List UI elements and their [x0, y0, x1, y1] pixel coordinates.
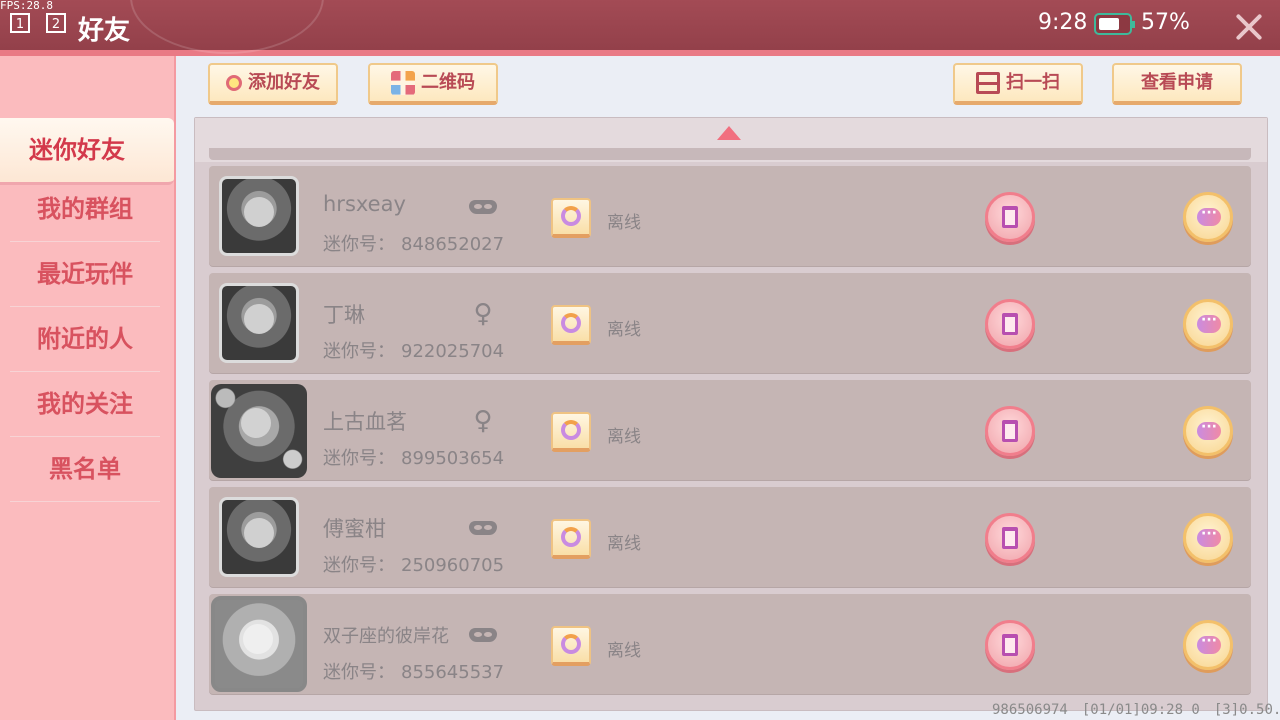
- page-title: 好友: [78, 16, 131, 46]
- online-status: 离线: [607, 427, 641, 447]
- friend-id: 迷你号： 899503654: [323, 448, 505, 469]
- scroll-up-arrow-icon[interactable]: [717, 126, 741, 140]
- friend-name: 丁琳: [323, 303, 365, 327]
- list-item[interactable]: hrsxeay 迷你号： 848652027 离线: [209, 166, 1251, 266]
- avatar: [219, 176, 299, 256]
- list-item[interactable]: 傅蜜柑 迷你号： 250960705 离线: [209, 487, 1251, 587]
- list-item[interactable]: 双子座的彼岸花 迷你号： 855645537 离线: [209, 594, 1251, 694]
- refresh-icon: [561, 634, 581, 654]
- trash-icon: [1002, 420, 1018, 442]
- refresh-icon: [561, 206, 581, 226]
- account-id: 986506974: [992, 702, 1068, 718]
- fps-counter: FPS:28.8: [0, 0, 53, 12]
- avatar: [211, 596, 307, 692]
- friend-name: 上古血茗: [323, 410, 407, 434]
- notification-badge-2: 2: [46, 13, 66, 33]
- chat-bubble-icon: [1197, 633, 1221, 654]
- sidebar-item-following[interactable]: 我的关注: [10, 372, 160, 437]
- qr-code-button[interactable]: 二维码: [368, 63, 498, 105]
- friend-id: 迷你号： 250960705: [323, 555, 505, 576]
- sidebar: 迷你好友 我的群组 最近玩伴 附近的人 我的关注 黑名单: [0, 56, 176, 720]
- friend-id: 迷你号： 855645537: [323, 662, 505, 683]
- delete-friend-button[interactable]: [985, 192, 1035, 242]
- friend-id: 迷你号： 922025704: [323, 341, 505, 362]
- delete-friend-button[interactable]: [985, 620, 1035, 670]
- chat-button[interactable]: [1183, 406, 1233, 456]
- chat-bubble-icon: [1197, 312, 1221, 333]
- scan-button[interactable]: 扫一扫: [953, 63, 1083, 105]
- refresh-icon: [561, 527, 581, 547]
- chat-button[interactable]: [1183, 513, 1233, 563]
- delete-friend-button[interactable]: [985, 406, 1035, 456]
- friend-name: 傅蜜柑: [323, 517, 386, 541]
- build-date: [01/01]09:28 0: [1081, 702, 1200, 718]
- version-label: [3]0.50.0: [1213, 702, 1280, 718]
- chat-bubble-icon: [1197, 526, 1221, 547]
- chat-button[interactable]: [1183, 620, 1233, 670]
- chat-button[interactable]: [1183, 192, 1233, 242]
- view-requests-button[interactable]: 查看申请: [1112, 63, 1242, 105]
- delete-friend-button[interactable]: [985, 513, 1035, 563]
- list-item[interactable]: 上古血茗 ♀ 迷你号： 899503654 离线: [209, 380, 1251, 480]
- trash-icon: [1002, 527, 1018, 549]
- add-friend-button[interactable]: 添加好友: [208, 63, 338, 105]
- notification-badge-1: 1: [10, 13, 30, 33]
- chat-button[interactable]: [1183, 299, 1233, 349]
- chat-bubble-icon: [1197, 419, 1221, 440]
- female-icon: ♀: [473, 406, 493, 436]
- header-decoration: [130, 0, 324, 54]
- avatar: [219, 497, 299, 577]
- avatar: [211, 384, 307, 478]
- online-status: 离线: [607, 213, 641, 233]
- refresh-icon: [561, 313, 581, 333]
- sidebar-item-recent-playmates[interactable]: 最近玩伴: [10, 242, 160, 307]
- battery-percent: 57%: [1141, 10, 1190, 35]
- sidebar-item-blacklist[interactable]: 黑名单: [10, 437, 160, 502]
- friend-list-panel[interactable]: hrsxeay 迷你号：848652027 离线 丁琳 ♀ 迷你号：922025…: [194, 117, 1268, 711]
- trash-icon: [1002, 634, 1018, 656]
- friend-id: 迷你号： 848652027: [323, 234, 505, 255]
- refresh-button[interactable]: [551, 198, 591, 238]
- trash-icon: [1002, 206, 1018, 228]
- trash-icon: [1002, 313, 1018, 335]
- chat-bubble-icon: [1197, 205, 1221, 226]
- refresh-button[interactable]: [551, 412, 591, 452]
- clock: 9:28: [1038, 10, 1088, 35]
- online-status: 离线: [607, 534, 641, 554]
- avatar: [219, 283, 299, 363]
- refresh-button[interactable]: [551, 519, 591, 559]
- female-icon: ♀: [473, 299, 493, 329]
- mask-icon: [469, 200, 497, 214]
- sidebar-item-nearby-people[interactable]: 附近的人: [10, 307, 160, 372]
- refresh-icon: [561, 420, 581, 440]
- refresh-button[interactable]: [551, 626, 591, 666]
- top-bar: FPS:28.8 1 2 好友 9:28 57%: [0, 0, 1280, 56]
- delete-friend-button[interactable]: [985, 299, 1035, 349]
- mask-icon: [469, 628, 497, 642]
- scan-icon: [976, 72, 1000, 94]
- sidebar-item-my-groups[interactable]: 我的群组: [10, 177, 160, 242]
- friend-name: 双子座的彼岸花: [323, 626, 449, 647]
- list-header: [195, 118, 1267, 162]
- battery-icon: [1094, 13, 1135, 35]
- online-status: 离线: [607, 641, 641, 661]
- online-status: 离线: [607, 320, 641, 340]
- refresh-button[interactable]: [551, 305, 591, 345]
- search-icon: [226, 75, 242, 91]
- debug-info: 986506974 [01/01]09:28 0 [3]0.50.0: [992, 702, 1280, 718]
- close-button[interactable]: [1232, 10, 1266, 44]
- list-item[interactable]: 丁琳 ♀ 迷你号： 922025704 离线: [209, 273, 1251, 373]
- qr-code-icon: [391, 71, 415, 95]
- list-item-partial: [209, 148, 1251, 160]
- sidebar-item-mini-friends[interactable]: 迷你好友: [0, 118, 174, 185]
- friend-name: hrsxeay: [323, 192, 406, 216]
- mask-icon: [469, 521, 497, 535]
